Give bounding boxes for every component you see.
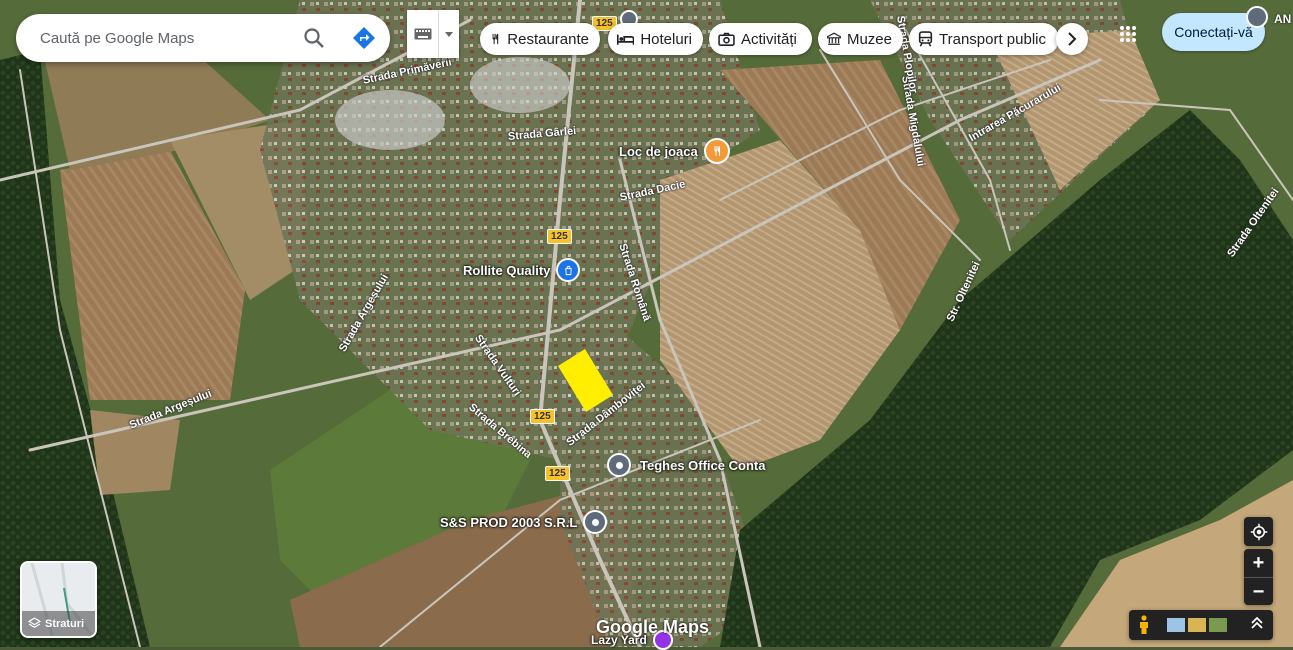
road-shield: 125 [545, 466, 570, 481]
place-label: Loc de joaca [619, 143, 698, 159]
place-pin-icon [607, 453, 631, 477]
chip-transport-public[interactable]: Transport public [909, 23, 1059, 55]
chips-next-button[interactable] [1056, 23, 1088, 55]
bed-icon [617, 34, 635, 45]
place-label: Teghes Office Conta [640, 457, 766, 473]
place-pin-ss-prod[interactable]: S&S PROD 2003 S.R.L [440, 510, 608, 534]
place-label: Rollite Quality [463, 262, 551, 278]
train-icon [918, 31, 933, 47]
zoom-controls: + − [1244, 549, 1273, 605]
apps-grid-icon[interactable] [1112, 18, 1144, 50]
chip-label: Hoteluri [640, 30, 692, 48]
chip-muzee[interactable]: Muzee [818, 23, 903, 55]
restaurant-pin-icon [703, 138, 730, 164]
bottom-toolbar [1129, 610, 1273, 640]
place-pin-rollite-quality[interactable]: Rollite Quality [463, 258, 581, 282]
zoom-in-button[interactable]: + [1244, 549, 1273, 578]
chip-label: Muzee [846, 30, 892, 48]
road-shield: 125 [530, 409, 555, 424]
search-box [16, 14, 390, 62]
imagery-thumbnails[interactable] [1167, 618, 1227, 632]
chip-restaurante[interactable]: Restaurante [480, 23, 600, 55]
place-pin-icon[interactable] [1246, 6, 1268, 28]
camera-icon [718, 32, 735, 46]
shopping-pin-icon [556, 258, 581, 282]
fork-knife-icon [492, 33, 499, 45]
layers-label: Straturi [45, 617, 85, 630]
layers-label-wrap: Straturi [28, 617, 84, 630]
road-shield: 125 [547, 229, 572, 244]
chevron-down-icon[interactable] [439, 10, 459, 58]
expand-up-icon[interactable] [1251, 616, 1263, 634]
input-tools [407, 10, 459, 58]
chevron-right-icon [1068, 32, 1077, 46]
directions-icon[interactable] [352, 26, 376, 50]
search-input[interactable] [38, 28, 292, 48]
place-pin-teghes-office[interactable]: Teghes Office Conta [607, 453, 765, 477]
zoom-out-button[interactable]: − [1244, 578, 1273, 606]
layers-button[interactable]: Straturi [20, 561, 97, 638]
chip-label: Restaurante [507, 30, 589, 48]
my-location-button[interactable] [1244, 517, 1273, 546]
crosshair-icon [1250, 523, 1267, 540]
chip-hoteluri[interactable]: Hoteluri [608, 23, 703, 55]
account-partial-label: AN [1274, 12, 1292, 26]
pegman-icon[interactable] [1129, 615, 1159, 635]
layers-icon [28, 617, 41, 628]
google-maps-watermark: Google Maps [596, 617, 710, 637]
place-label: S&S PROD 2003 S.R.L [440, 514, 578, 530]
chip-activitati[interactable]: Activități [709, 23, 812, 55]
chip-label: Transport public [939, 30, 1046, 48]
satellite-map[interactable] [0, 0, 1293, 647]
keyboard-icon[interactable] [407, 10, 440, 58]
place-pin-loc-de-joaca[interactable]: Loc de joaca [619, 138, 730, 164]
search-icon[interactable] [302, 26, 326, 50]
chip-label: Activități [741, 30, 797, 48]
museum-icon [827, 32, 841, 45]
place-pin-icon [583, 510, 608, 534]
